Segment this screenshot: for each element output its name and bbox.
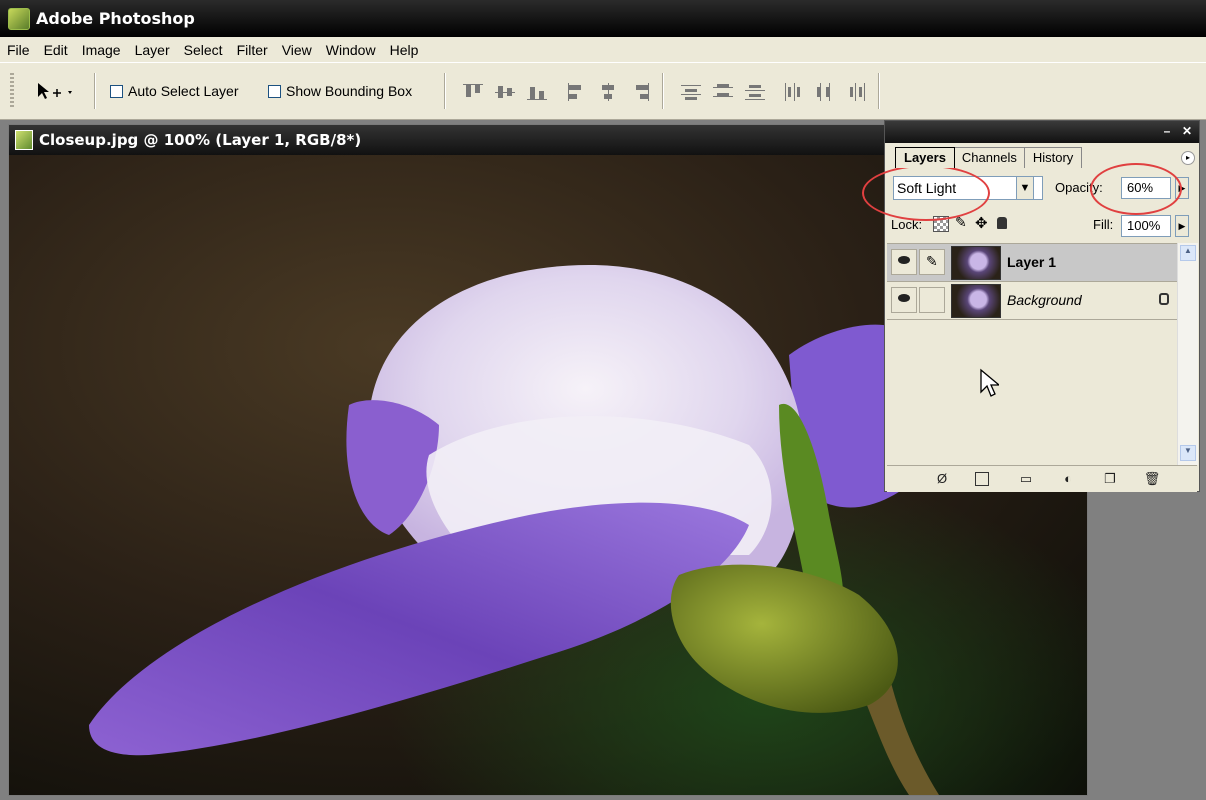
lock-all-icon[interactable] <box>997 217 1007 229</box>
new-group-icon[interactable]: ▭ <box>1017 470 1035 488</box>
add-layer-mask-icon[interactable] <box>975 472 989 486</box>
scroll-down-icon[interactable]: ▼ <box>1180 445 1196 461</box>
layer-row-layer-1[interactable]: ✎ Layer 1 <box>887 244 1177 282</box>
adjustment-layer-icon[interactable]: ◐ <box>1059 470 1077 488</box>
scroll-up-icon[interactable]: ▲ <box>1180 245 1196 261</box>
menu-view[interactable]: View <box>275 42 319 58</box>
eye-icon[interactable] <box>891 287 917 313</box>
layer-row-background[interactable]: Background <box>887 282 1177 320</box>
mouse-cursor-icon <box>980 368 999 397</box>
tab-channels[interactable]: Channels <box>952 147 1026 168</box>
layers-list: ✎ Layer 1 Background <box>887 243 1177 466</box>
layer-name[interactable]: Layer 1 <box>1007 254 1056 270</box>
distribute-right-edges-icon[interactable] <box>846 82 868 102</box>
menu-layer[interactable]: Layer <box>128 42 177 58</box>
fill-label: Fill: <box>1093 217 1114 232</box>
distribute-horizontal-centers-icon[interactable] <box>814 82 836 102</box>
layer-thumbnail[interactable] <box>951 246 1001 280</box>
palette-tabs: Layers Channels History <box>895 147 1083 169</box>
add-layer-style-icon[interactable]: Ø <box>933 470 951 488</box>
align-horizontal-group <box>566 82 652 102</box>
align-left-edges-icon[interactable] <box>566 82 588 102</box>
menu-window[interactable]: Window <box>319 42 383 58</box>
photoshop-logo-icon <box>8 7 30 30</box>
brush-icon: ✎ <box>919 249 945 275</box>
show-bounding-box-checkbox[interactable] <box>268 85 281 98</box>
menu-edit[interactable]: Edit <box>37 42 75 58</box>
menu-image[interactable]: Image <box>75 42 128 58</box>
chevron-down-icon[interactable]: ▼ <box>1016 176 1034 200</box>
app-title-bar: Adobe Photoshop <box>0 0 1206 37</box>
auto-select-layer-label: Auto Select Layer <box>128 83 239 99</box>
distribute-vertical-centers-icon[interactable] <box>712 82 734 102</box>
menu-help[interactable]: Help <box>383 42 426 58</box>
layer-thumbnail[interactable] <box>951 284 1001 318</box>
layer-name[interactable]: Background <box>1007 292 1082 308</box>
tab-layers[interactable]: Layers <box>895 147 955 168</box>
distribute-vertical-group <box>680 82 766 102</box>
chevron-down-icon <box>68 91 72 94</box>
app-title: Adobe Photoshop <box>36 9 195 28</box>
auto-select-layer-checkbox[interactable] <box>110 85 123 98</box>
lock-position-icon[interactable]: ✥ <box>975 214 988 232</box>
separator <box>878 73 880 109</box>
options-bar: Auto Select Layer Show Bounding Box <box>0 62 1206 120</box>
distribute-horizontal-group <box>782 82 868 102</box>
eye-icon[interactable] <box>891 249 917 275</box>
move-tool-preset-picker[interactable] <box>36 81 76 103</box>
layers-scrollbar[interactable]: ▲ ▼ <box>1177 243 1198 465</box>
align-right-edges-icon[interactable] <box>630 82 652 102</box>
align-horizontal-centers-icon[interactable] <box>598 82 620 102</box>
menu-file[interactable]: File <box>0 42 37 58</box>
trash-icon[interactable]: 🗑 <box>1143 470 1161 488</box>
document-title: Closeup.jpg @ 100% (Layer 1, RGB/8*) <box>39 131 362 149</box>
fill-input[interactable]: 100% <box>1121 215 1171 237</box>
lock-icon <box>1159 293 1169 305</box>
distribute-left-edges-icon[interactable] <box>782 82 804 102</box>
move-tool-icon <box>38 83 72 99</box>
blend-mode-highlight <box>862 165 990 221</box>
palette-bottom-bar: Ø ▭ ◐ ❐ 🗑 <box>887 465 1197 492</box>
toolbar-gripper[interactable] <box>10 73 14 109</box>
document-icon <box>15 130 33 150</box>
menu-select[interactable]: Select <box>177 42 230 58</box>
opacity-highlight <box>1090 163 1182 215</box>
palette-title-bar[interactable] <box>885 121 1199 143</box>
minimize-icon[interactable]: – <box>1159 124 1175 139</box>
distribute-bottom-edges-icon[interactable] <box>744 82 766 102</box>
align-vertical-centers-icon[interactable] <box>494 82 516 102</box>
align-bottom-edges-icon[interactable] <box>526 82 548 102</box>
fill-slider-button[interactable]: ▶ <box>1175 215 1189 237</box>
close-icon[interactable]: ✕ <box>1179 124 1195 139</box>
separator <box>94 73 96 109</box>
palette-menu-icon[interactable]: ▸ <box>1181 151 1195 165</box>
separator <box>662 73 664 109</box>
align-top-edges-icon[interactable] <box>462 82 484 102</box>
tab-history[interactable]: History <box>1023 147 1083 168</box>
menu-bar: File Edit Image Layer Select Filter View… <box>0 37 1206 62</box>
new-layer-icon[interactable]: ❐ <box>1101 470 1119 488</box>
align-buttons-group <box>462 82 548 102</box>
show-bounding-box-label: Show Bounding Box <box>286 83 413 99</box>
distribute-top-edges-icon[interactable] <box>680 82 702 102</box>
link-cell <box>919 287 945 313</box>
menu-filter[interactable]: Filter <box>230 42 275 58</box>
separator <box>444 73 446 109</box>
